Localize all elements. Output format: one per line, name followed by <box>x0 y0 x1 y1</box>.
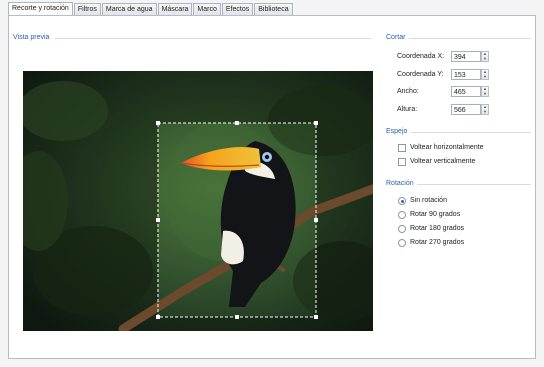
flip-horizontal-label: Voltear horizontalmente <box>410 144 484 151</box>
height-input[interactable]: 566 <box>451 104 481 115</box>
tab-efectos[interactable]: Efectos <box>221 3 254 15</box>
width-input[interactable]: 465 <box>451 86 481 97</box>
preview-image <box>23 71 373 331</box>
rotation-divider <box>417 184 531 185</box>
rotate-90-radio[interactable] <box>398 211 406 219</box>
toucan-photo <box>23 71 373 331</box>
crop-divider <box>409 38 531 39</box>
tab-recorte-rotacion[interactable]: Recorte y rotación <box>8 2 73 16</box>
tab-biblioteca[interactable]: Biblioteca <box>254 3 293 15</box>
tab-marco[interactable]: Marco <box>193 3 221 15</box>
coord-y-spinner[interactable]: ▲ ▼ <box>481 69 489 80</box>
rotate-180-radio[interactable] <box>398 225 406 233</box>
rotate-180-label: Rotar 180 grados <box>410 225 465 232</box>
coord-y-input[interactable]: 153 <box>451 69 481 80</box>
tab-panel: Vista previa Cortar Coordenada X: 394 ▲ … <box>8 15 536 359</box>
tab-filtros[interactable]: Filtros <box>73 3 101 15</box>
height-label: Altura: <box>397 106 418 113</box>
coord-y-label: Coordenada Y: <box>397 71 444 78</box>
rotate-270-label: Rotar 270 grados <box>410 239 465 246</box>
mirror-divider <box>411 132 531 133</box>
crop-title: Cortar <box>386 34 406 41</box>
flip-vertical-checkbox[interactable] <box>398 158 406 166</box>
flip-vertical-label: Voltear verticalmente <box>410 158 476 165</box>
coord-x-spinner[interactable]: ▲ ▼ <box>481 51 489 62</box>
rotation-title: Rotación <box>386 180 414 187</box>
rotate-90-label: Rotar 90 grados <box>410 211 461 218</box>
height-spinner[interactable]: ▲ ▼ <box>481 104 489 115</box>
no-rotation-radio[interactable] <box>398 197 406 205</box>
rotate-270-radio[interactable] <box>398 239 406 247</box>
tab-marca-de-agua[interactable]: Marca de agua <box>101 3 157 15</box>
preview-title: Vista previa <box>13 34 50 41</box>
width-label: Ancho: <box>397 88 419 95</box>
tab-mascara[interactable]: Máscara <box>157 3 193 15</box>
preview-divider <box>55 38 371 39</box>
coord-x-input[interactable]: 394 <box>451 51 481 62</box>
width-spinner[interactable]: ▲ ▼ <box>481 86 489 97</box>
coord-x-label: Coordenada X: <box>397 53 445 60</box>
flip-horizontal-checkbox[interactable] <box>398 144 406 152</box>
no-rotation-label: Sin rotación <box>410 197 447 204</box>
mirror-title: Espejo <box>386 128 408 135</box>
